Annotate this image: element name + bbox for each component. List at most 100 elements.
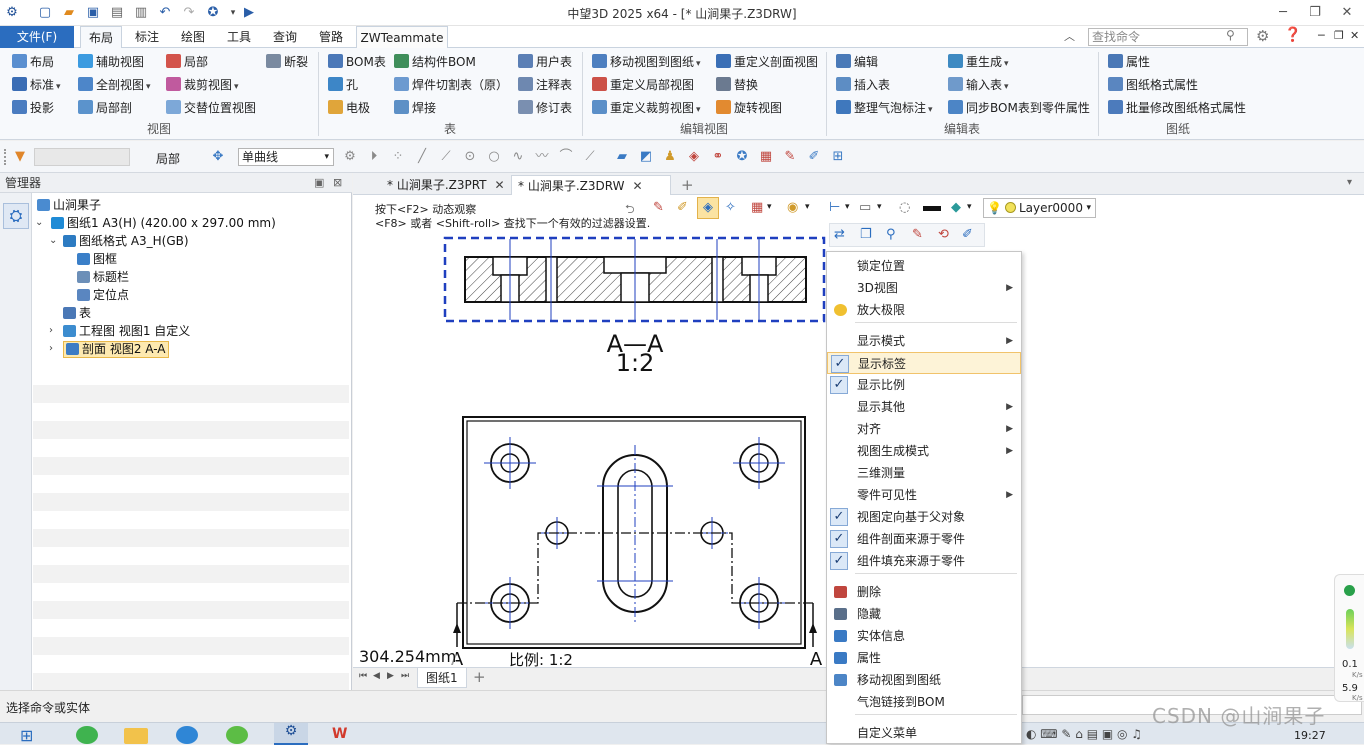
- curve-icon[interactable]: 〰: [534, 149, 550, 165]
- tree-item-sheet1[interactable]: ⌄ 图纸1 A3(H) (420.00 x 297.00 mm): [33, 214, 349, 232]
- weld-table-button[interactable]: 焊接: [394, 98, 436, 118]
- menu-item[interactable]: ✓ 组件填充来源于零件: [827, 550, 1021, 572]
- doc-restore-icon[interactable]: ❐: [1334, 29, 1344, 42]
- revision-table-button[interactable]: 修订表: [518, 98, 572, 118]
- tray-icons[interactable]: ◐ ⌨ ✎ ⌂ ▤ ▣ ◎ ♫: [1026, 727, 1142, 741]
- menu-item[interactable]: ✓ 显示标签: [827, 352, 1021, 374]
- weld-cut-list-button[interactable]: 焊件切割表（原）: [394, 75, 508, 95]
- tab-annotate[interactable]: 标注: [126, 26, 168, 48]
- detail-view-button[interactable]: 局部: [166, 52, 208, 72]
- pen-filter-icon[interactable]: ✎: [782, 149, 798, 165]
- redefine-detail-button[interactable]: 重定义局部视图: [592, 75, 694, 95]
- arc-icon[interactable]: ⌒: [558, 149, 574, 165]
- tab-piping[interactable]: 管路: [310, 26, 352, 48]
- selection-mode-icon[interactable]: ✥: [210, 149, 226, 165]
- circle-icon[interactable]: ○: [486, 149, 502, 165]
- insert-table-button[interactable]: 插入表: [836, 75, 890, 95]
- part-icon[interactable]: ▰: [614, 149, 630, 165]
- crop-view-button[interactable]: 裁剪视图 ▾: [166, 75, 239, 95]
- new-tab-icon[interactable]: +: [675, 175, 700, 195]
- filter-icon[interactable]: ▼: [12, 149, 28, 165]
- batch-format-button[interactable]: 批量修改图纸格式属性: [1108, 98, 1246, 118]
- doc-tab-part[interactable]: * 山涧果子.Z3PRT ✕: [381, 175, 511, 195]
- standard-view-button[interactable]: 标准 ▾: [12, 75, 61, 95]
- layout-button[interactable]: 布局: [12, 52, 54, 72]
- menu-item[interactable]: 放大极限: [827, 299, 1021, 321]
- tab-draw[interactable]: 绘图: [172, 26, 214, 48]
- expand-chevron-icon[interactable]: ›: [49, 340, 53, 358]
- tree-item-root[interactable]: 山涧果子: [33, 196, 349, 214]
- wps-icon[interactable]: W: [332, 726, 356, 744]
- dimension-filter-icon[interactable]: ◈: [686, 149, 702, 165]
- menu-item[interactable]: 三维测量: [827, 462, 1021, 484]
- doc-tab-drawing[interactable]: * 山涧果子.Z3DRW ✕: [511, 175, 671, 195]
- pin-icon[interactable]: ▣: [314, 173, 324, 193]
- browser-app-icon[interactable]: [76, 726, 98, 744]
- menu-item[interactable]: 显示模式 ▶: [827, 330, 1021, 352]
- menu-item[interactable]: 实体信息: [827, 625, 1021, 647]
- menu-item[interactable]: 自定义菜单: [827, 722, 1021, 744]
- projection-button[interactable]: 投影: [12, 98, 54, 118]
- text-filter-icon[interactable]: ♟: [662, 149, 678, 165]
- sheet-tab-1[interactable]: 图纸1: [417, 668, 467, 688]
- wechat-icon[interactable]: [226, 726, 248, 744]
- sheet-format-properties-button[interactable]: 图纸格式属性: [1108, 75, 1198, 95]
- next-sheet-icon[interactable]: ▶: [387, 671, 394, 681]
- search-icon[interactable]: ⚲: [1226, 28, 1235, 42]
- help-icon[interactable]: ❓: [1284, 27, 1301, 43]
- doc-minimize-icon[interactable]: ─: [1318, 29, 1325, 42]
- tree-item-section-view2[interactable]: › 剖面 视图2 A-A: [33, 340, 349, 358]
- top-view[interactable]: [453, 416, 817, 649]
- tree-item-anchor[interactable]: 定位点: [33, 286, 349, 304]
- move-view-to-sheet-button[interactable]: 移动视图到图纸 ▾: [592, 52, 701, 72]
- note-table-button[interactable]: 注释表: [518, 75, 572, 95]
- menu-item[interactable]: 隐藏: [827, 603, 1021, 625]
- tab-layout[interactable]: 布局: [80, 26, 122, 48]
- section-view-a-a[interactable]: [443, 236, 826, 323]
- close-panel-icon[interactable]: ⊠: [333, 173, 342, 193]
- window-close-icon[interactable]: ✕: [1336, 3, 1358, 23]
- add-sheet-icon[interactable]: +: [473, 668, 486, 686]
- center-icon[interactable]: ⊙: [462, 149, 478, 165]
- hole-table-button[interactable]: 孔: [328, 75, 358, 95]
- redefine-crop-button[interactable]: 重定义裁剪视图 ▾: [592, 98, 701, 118]
- close-tab-icon[interactable]: ✕: [632, 179, 642, 193]
- refresh-filter-icon[interactable]: ✪: [734, 149, 750, 165]
- menu-item[interactable]: 删除: [827, 581, 1021, 603]
- expand-chevron-icon[interactable]: ›: [49, 322, 53, 340]
- history-tree-icon[interactable]: ⛭: [3, 203, 29, 229]
- replace-button[interactable]: 替换: [716, 75, 758, 95]
- tab-tools[interactable]: 工具: [218, 26, 260, 48]
- arrange-balloons-button[interactable]: 整理气泡标注 ▾: [836, 98, 933, 118]
- menu-item[interactable]: 移动视图到图纸: [827, 669, 1021, 691]
- view-filter-icon[interactable]: ◩: [638, 149, 654, 165]
- sync-bom-button[interactable]: 同步BOM表到零件属性: [948, 98, 1090, 118]
- segment-icon[interactable]: ⟋: [438, 149, 454, 165]
- tab-file[interactable]: 文件(F): [0, 26, 74, 48]
- collapse-chevron-icon[interactable]: ⌄: [49, 232, 57, 250]
- table-filter-icon[interactable]: ⊞: [830, 149, 846, 165]
- eraser-filter-icon[interactable]: ✐: [806, 149, 822, 165]
- filter-type-select[interactable]: [34, 148, 130, 166]
- alternate-position-button[interactable]: 交替位置视图: [166, 98, 256, 118]
- scope-label[interactable]: 局部: [156, 150, 180, 167]
- redefine-section-button[interactable]: 重定义剖面视图: [716, 52, 818, 72]
- last-sheet-icon[interactable]: ⏭: [401, 671, 409, 681]
- grid-filter-icon[interactable]: ▦: [758, 149, 774, 165]
- snap-icon[interactable]: ⚙: [342, 149, 358, 165]
- bom-table-button[interactable]: BOM表: [328, 52, 386, 72]
- regenerate-table-button[interactable]: 重生成 ▾: [948, 52, 1009, 72]
- tab-query[interactable]: 查询: [264, 26, 306, 48]
- menu-item[interactable]: 气泡链接到BOM: [827, 691, 1021, 713]
- collapse-ribbon-icon[interactable]: ︿: [1064, 28, 1075, 44]
- menu-item[interactable]: 对齐 ▶: [827, 418, 1021, 440]
- tangent-icon[interactable]: ⟋: [582, 149, 598, 165]
- tree-item-table[interactable]: 表: [33, 304, 349, 322]
- electrode-table-button[interactable]: 电极: [328, 98, 370, 118]
- tree-item-title-block[interactable]: 标题栏: [33, 268, 349, 286]
- first-sheet-icon[interactable]: ⏮: [359, 671, 367, 681]
- full-section-button[interactable]: 全剖视图 ▾: [78, 75, 151, 95]
- tab-list-icon[interactable]: ▾: [1347, 177, 1352, 188]
- start-icon[interactable]: ⊞: [20, 726, 42, 745]
- prev-sheet-icon[interactable]: ◀: [373, 671, 380, 681]
